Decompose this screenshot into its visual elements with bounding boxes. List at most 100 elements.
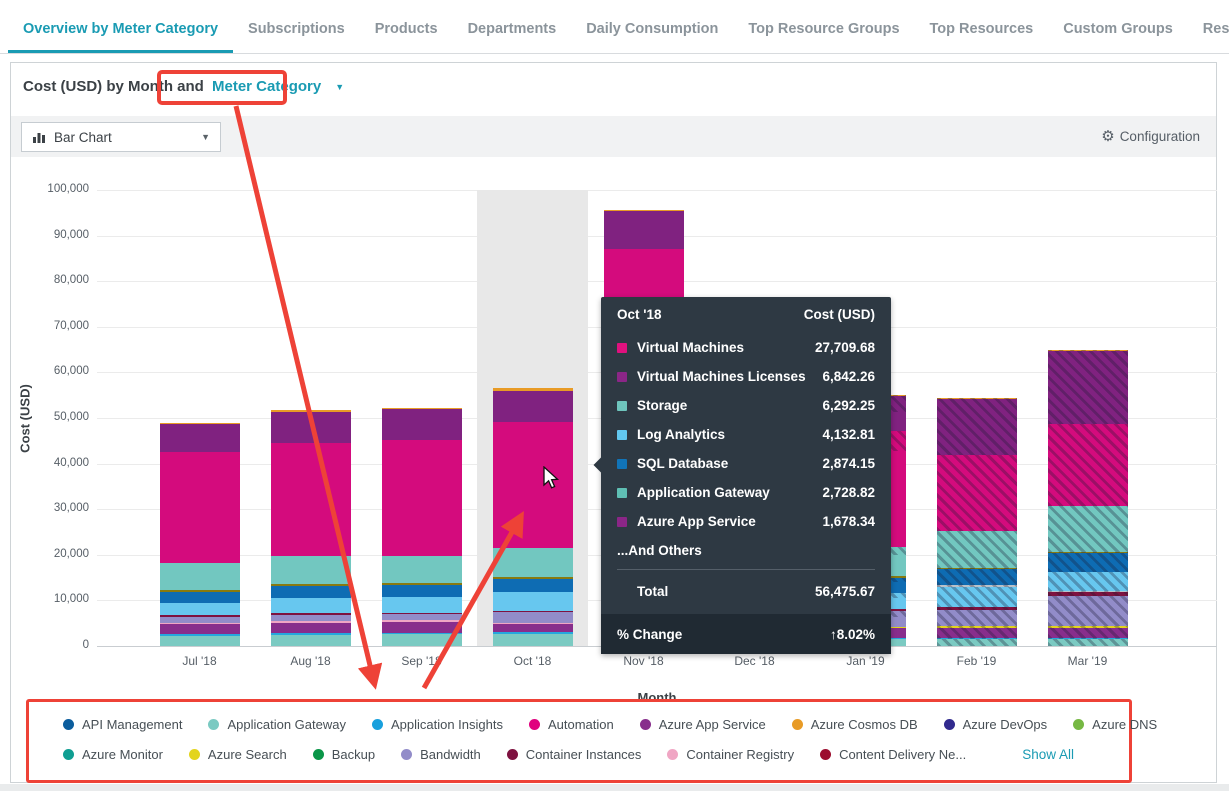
segment-storage[interactable] [1048, 506, 1128, 551]
segment-application-gateway[interactable] [271, 635, 351, 646]
segment-bandwidth[interactable] [1048, 596, 1128, 627]
segment-virtual-machines-licenses[interactable] [1048, 351, 1128, 424]
bar-mar-19[interactable] [1048, 350, 1128, 646]
segment-storage[interactable] [160, 563, 240, 591]
segment-azure-search[interactable] [937, 626, 1017, 628]
segment-azure-app-service[interactable] [1048, 628, 1128, 638]
segment-sql-database[interactable] [1048, 553, 1128, 571]
segment-other[interactable] [271, 584, 351, 586]
segment-azure-cosmos-db[interactable] [493, 388, 573, 390]
segment-bandwidth[interactable] [937, 610, 1017, 626]
segment-azure-cosmos-db[interactable] [160, 423, 240, 425]
segment-application-insights[interactable] [937, 638, 1017, 639]
tab-resource-list[interactable]: Resource List [1188, 21, 1229, 53]
segment-virtual-machines[interactable] [160, 452, 240, 563]
segment-storage[interactable] [382, 556, 462, 583]
legend-item-azure-search[interactable]: Azure Search [189, 747, 287, 762]
bar-jul-18[interactable] [160, 423, 240, 646]
segment-container-registry[interactable] [493, 623, 573, 624]
segment-virtual-machines-licenses[interactable] [271, 412, 351, 443]
segment-bandwidth[interactable] [271, 615, 351, 621]
legend-item-content-delivery-ne-[interactable]: Content Delivery Ne... [820, 747, 966, 762]
segment-sql-database[interactable] [382, 585, 462, 597]
legend-item-azure-monitor[interactable]: Azure Monitor [63, 747, 163, 762]
tab-top-resource-groups[interactable]: Top Resource Groups [733, 21, 914, 53]
bar-sep-18[interactable] [382, 408, 462, 646]
tab-subscriptions[interactable]: Subscriptions [233, 21, 360, 53]
tab-custom-groups[interactable]: Custom Groups [1048, 21, 1188, 53]
segment-application-gateway[interactable] [493, 634, 573, 646]
segment-sql-database[interactable] [271, 586, 351, 598]
segment-container-registry[interactable] [160, 623, 240, 624]
segment-virtual-machines-licenses[interactable] [382, 409, 462, 440]
segment-container-instances[interactable] [160, 615, 240, 616]
segment-bandwidth[interactable] [382, 614, 462, 620]
segment-virtual-machines[interactable] [937, 455, 1017, 530]
legend-item-azure-dns[interactable]: Azure DNS [1073, 717, 1157, 732]
segment-container-registry[interactable] [382, 620, 462, 621]
legend-item-bandwidth[interactable]: Bandwidth [401, 747, 481, 762]
segment-other[interactable] [160, 590, 240, 592]
segment-virtual-machines-licenses[interactable] [160, 424, 240, 451]
segment-bandwidth[interactable] [493, 612, 573, 622]
segment-bandwidth[interactable] [160, 617, 240, 623]
segment-container-instances[interactable] [493, 611, 573, 613]
segment-application-gateway[interactable] [382, 634, 462, 646]
segment-azure-search[interactable] [1048, 626, 1128, 628]
segment-storage[interactable] [271, 556, 351, 584]
segment-azure-app-service[interactable] [382, 622, 462, 633]
segment-sql-database[interactable] [493, 579, 573, 592]
segment-virtual-machines-licenses[interactable] [604, 211, 684, 248]
segment-virtual-machines[interactable] [493, 422, 573, 548]
segment-application-insights[interactable] [1048, 638, 1128, 639]
segment-log-analytics[interactable] [160, 603, 240, 615]
segment-other[interactable] [1048, 591, 1128, 592]
segment-azure-cosmos-db[interactable] [604, 210, 684, 212]
legend-item-azure-app-service[interactable]: Azure App Service [640, 717, 766, 732]
legend-item-automation[interactable]: Automation [529, 717, 614, 732]
configuration-button[interactable]: ⚙Configuration [1101, 127, 1200, 145]
segment-virtual-machines-licenses[interactable] [493, 391, 573, 422]
segment-container-instances[interactable] [382, 613, 462, 614]
show-all-link[interactable]: Show All [1022, 747, 1074, 762]
segment-application-insights[interactable] [382, 633, 462, 635]
segment-azure-cosmos-db[interactable] [937, 398, 1017, 399]
segment-azure-cosmos-db[interactable] [382, 408, 462, 409]
segment-other[interactable] [1048, 552, 1128, 554]
segment-application-gateway[interactable] [1048, 639, 1128, 646]
segment-azure-app-service[interactable] [937, 628, 1017, 638]
segment-other[interactable] [937, 585, 1017, 586]
segment-application-gateway[interactable] [937, 639, 1017, 646]
segment-virtual-machines[interactable] [271, 443, 351, 557]
segment-storage[interactable] [937, 531, 1017, 568]
tab-overview-by-meter-category[interactable]: Overview by Meter Category [8, 21, 233, 53]
legend-item-application-gateway[interactable]: Application Gateway [208, 717, 346, 732]
segment-virtual-machines[interactable] [382, 440, 462, 556]
segment-log-analytics[interactable] [493, 592, 573, 611]
legend-item-container-instances[interactable]: Container Instances [507, 747, 642, 762]
legend-item-backup[interactable]: Backup [313, 747, 375, 762]
tab-departments[interactable]: Departments [453, 21, 572, 53]
segment-log-analytics[interactable] [271, 598, 351, 614]
segment-application-insights[interactable] [160, 634, 240, 636]
segment-other[interactable] [937, 568, 1017, 570]
segment-container-instances[interactable] [937, 607, 1017, 610]
legend-item-azure-cosmos-db[interactable]: Azure Cosmos DB [792, 717, 918, 732]
segment-application-gateway[interactable] [160, 636, 240, 646]
segment-log-analytics[interactable] [1048, 572, 1128, 591]
segment-other[interactable] [382, 583, 462, 585]
segment-virtual-machines-licenses[interactable] [937, 399, 1017, 455]
tab-daily-consumption[interactable]: Daily Consumption [571, 21, 733, 53]
segment-container-instances[interactable] [271, 613, 351, 614]
segment-storage[interactable] [493, 548, 573, 577]
segment-azure-app-service[interactable] [271, 623, 351, 633]
segment-log-analytics[interactable] [937, 587, 1017, 607]
bar-oct-18[interactable] [493, 388, 573, 646]
segment-application-insights[interactable] [271, 633, 351, 635]
segment-container-registry[interactable] [271, 621, 351, 622]
segment-azure-cosmos-db[interactable] [1048, 350, 1128, 351]
chart-type-select[interactable]: Bar Chart ▼ [21, 122, 221, 152]
segment-container-instances[interactable] [1048, 592, 1128, 596]
bar-feb-19[interactable] [937, 398, 1017, 646]
bar-aug-18[interactable] [271, 410, 351, 646]
